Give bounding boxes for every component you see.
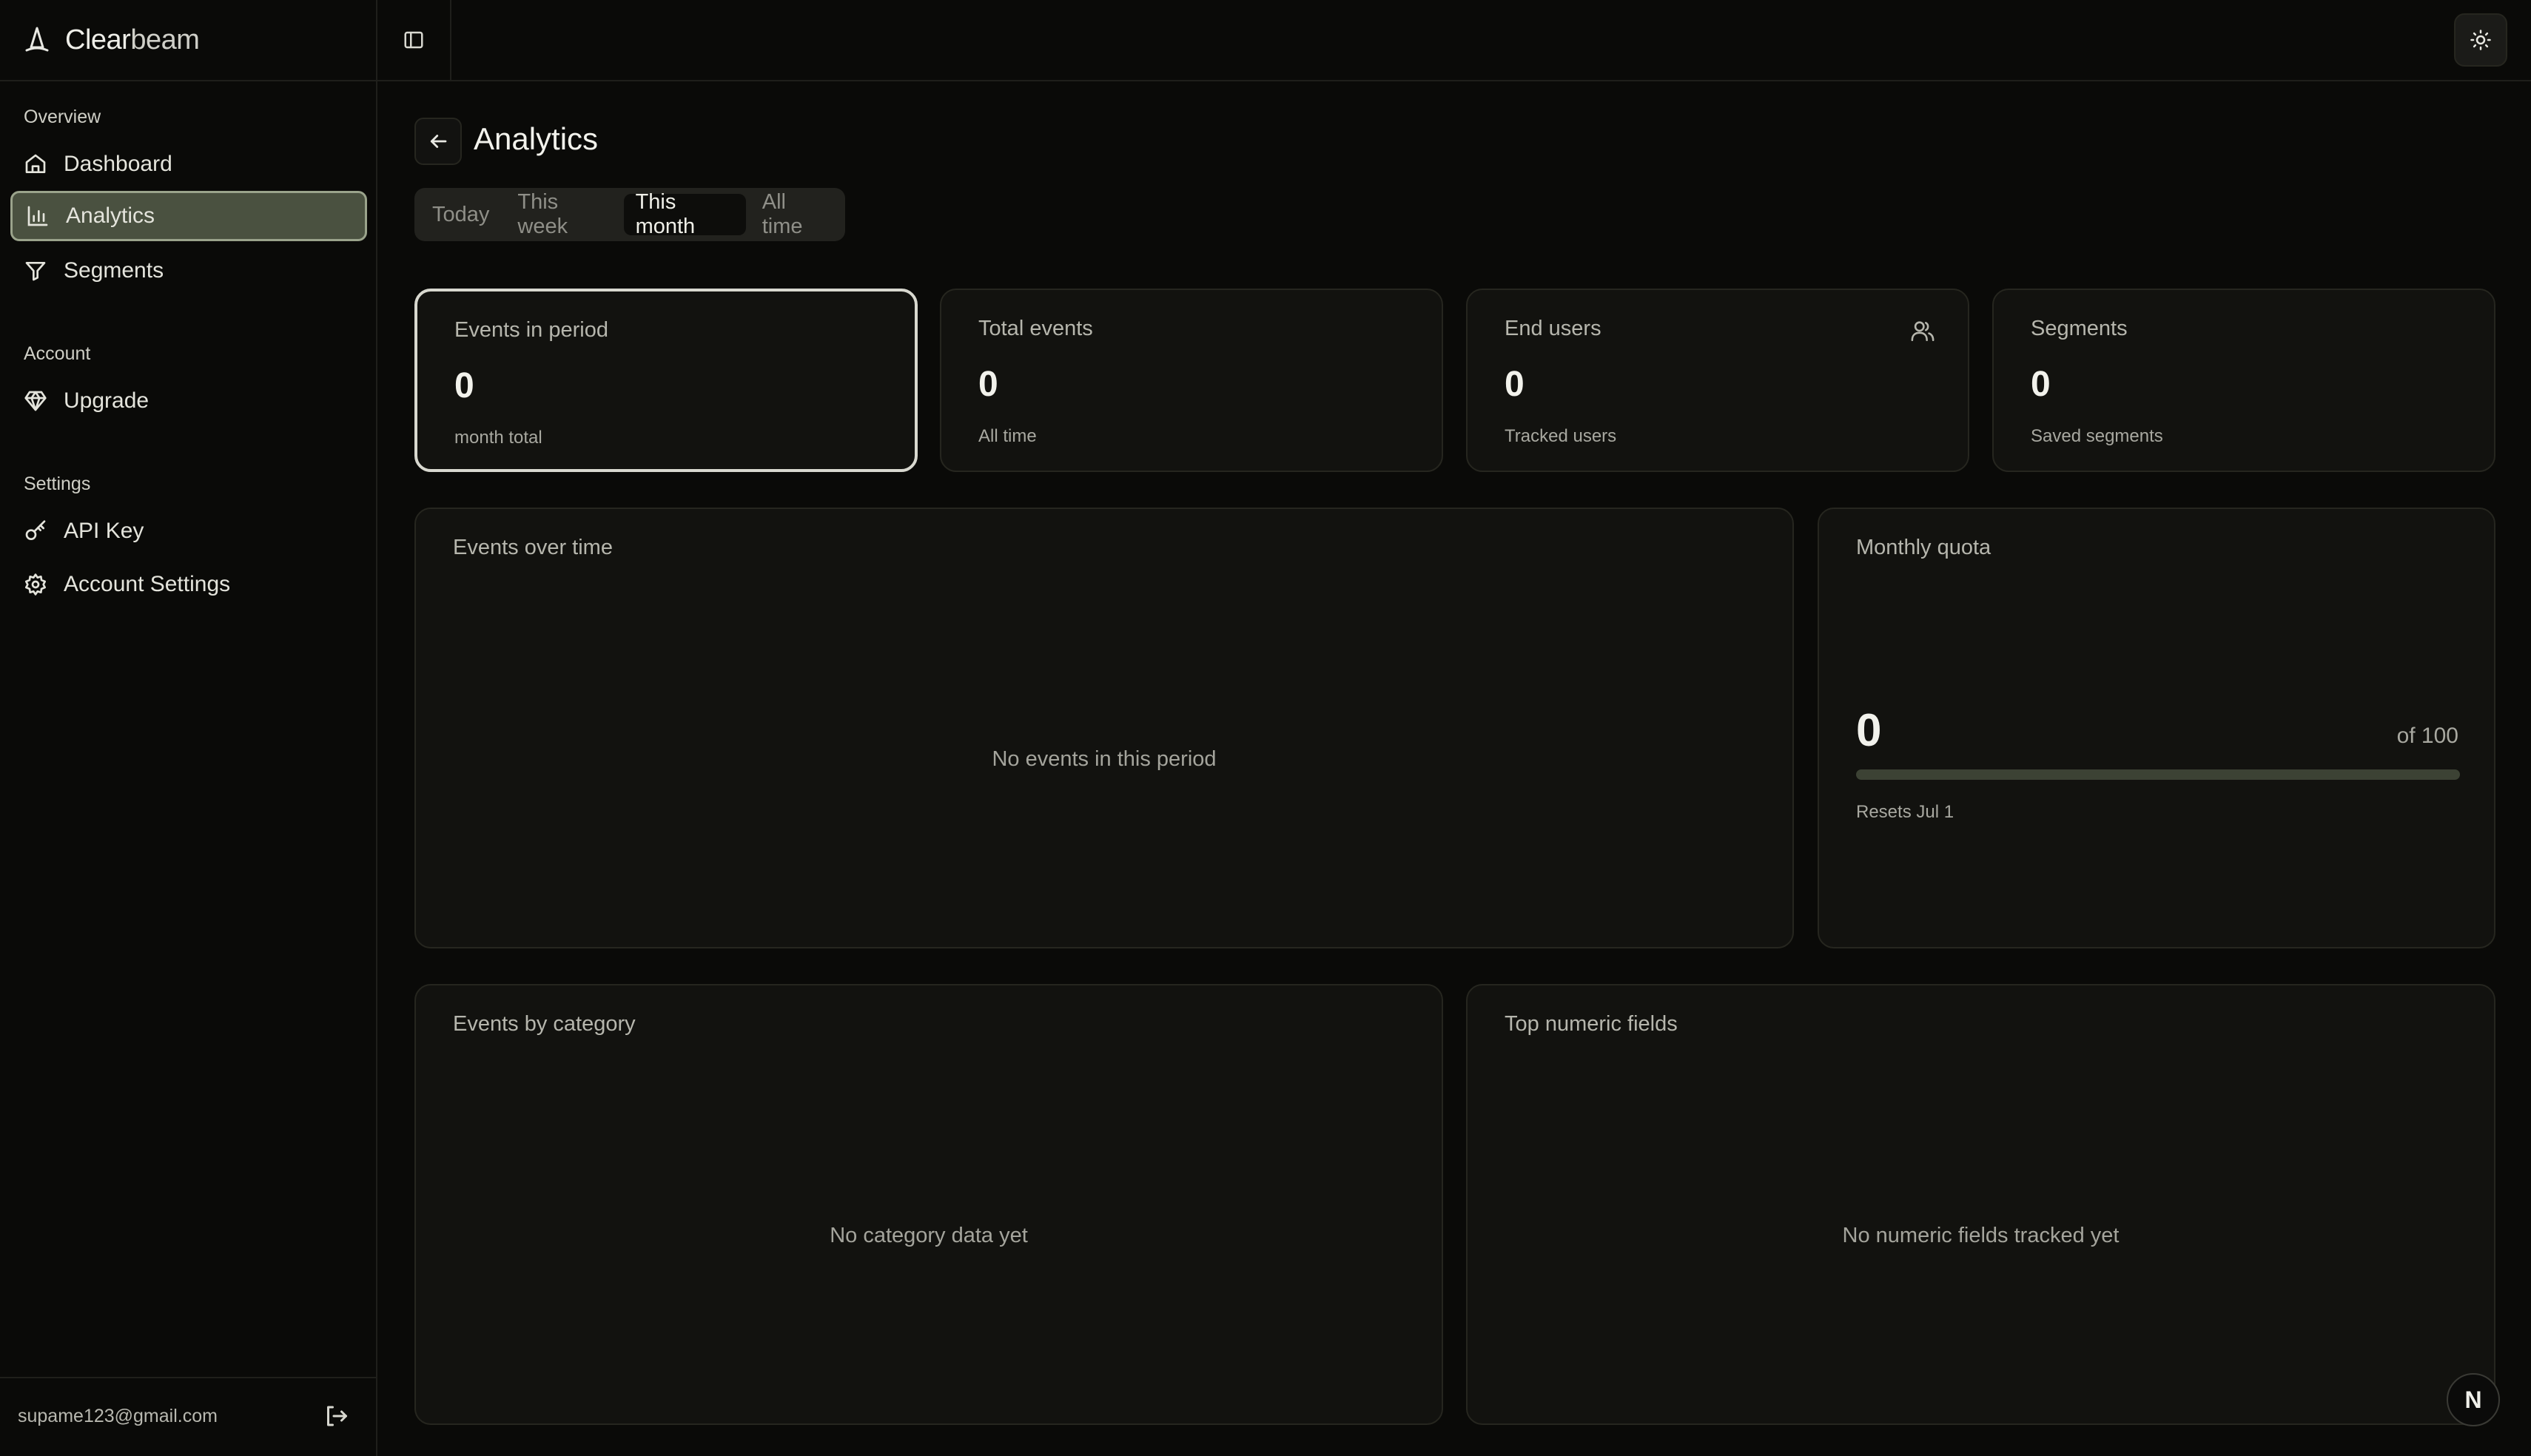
tab-this-month[interactable]: This month xyxy=(623,190,746,238)
stat-value: 0 xyxy=(978,365,998,404)
stat-value: 0 xyxy=(1505,365,1525,404)
quota-value: 0 xyxy=(1856,705,1882,756)
app-name: Clearbeam xyxy=(65,24,200,55)
period-tabs: Today This week This month All time xyxy=(414,188,845,241)
top-numeric-fields-panel: Top numeric fields No numeric fields tra… xyxy=(1466,984,2495,1425)
home-icon xyxy=(25,154,46,173)
key-icon xyxy=(25,520,46,540)
sidebar-item-analytics[interactable]: Analytics xyxy=(10,191,367,241)
dev-tools-badge[interactable]: N xyxy=(2447,1373,2500,1426)
events-by-category-panel: Events by category No category data yet xyxy=(414,984,1443,1425)
tab-this-week[interactable]: This week xyxy=(505,190,619,238)
tab-all-time[interactable]: All time xyxy=(750,190,839,238)
monthly-quota-panel: Monthly quota 0 of 100 Resets Jul 1 xyxy=(1818,508,2495,948)
events-over-time-panel: Events over time No events in this perio… xyxy=(414,508,1794,948)
quota-limit: of 100 xyxy=(2396,724,2458,748)
logo-icon xyxy=(25,27,49,52)
gem-icon xyxy=(24,391,47,411)
sidebar-item-label: Analytics xyxy=(66,203,155,228)
stat-card-events-in-period[interactable]: Events in period 0 month total xyxy=(414,289,918,472)
bar-chart-icon xyxy=(27,206,48,226)
section-label-account: Account xyxy=(24,343,91,364)
section-label-overview: Overview xyxy=(24,107,101,127)
panel-title: Events by category xyxy=(453,1012,636,1036)
section-label-settings: Settings xyxy=(24,473,91,494)
empty-state-message: No numeric fields tracked yet xyxy=(1842,1224,2120,1247)
brand-logo[interactable]: Clearbeam xyxy=(22,18,200,62)
sun-icon xyxy=(2470,30,2491,50)
sidebar-item-label: API Key xyxy=(64,519,144,543)
quota-progress-bar xyxy=(1856,769,2460,780)
filter-icon xyxy=(25,262,46,281)
stat-title: Segments xyxy=(2031,317,2128,340)
sidebar-item-label: Dashboard xyxy=(64,152,172,176)
logout-icon[interactable] xyxy=(323,1403,349,1429)
sidebar-item-api-key[interactable]: API Key xyxy=(10,506,367,556)
sidebar-item-label: Account Settings xyxy=(64,572,231,596)
gear-icon xyxy=(25,573,46,596)
theme-toggle-button[interactable] xyxy=(2454,13,2507,67)
sidebar: Clearbeam Overview Dashboard Analytics S… xyxy=(0,0,377,1456)
sidebar-item-dashboard[interactable]: Dashboard xyxy=(10,139,367,189)
stat-value: 0 xyxy=(2031,365,2051,404)
empty-state-message: No category data yet xyxy=(830,1224,1028,1247)
stat-subtitle: month total xyxy=(454,428,542,448)
tab-today[interactable]: Today xyxy=(420,194,501,235)
stat-title: End users xyxy=(1505,317,1601,340)
stat-card-segments[interactable]: Segments 0 Saved segments xyxy=(1992,289,2495,472)
quota-reset-date: Resets Jul 1 xyxy=(1856,802,1954,822)
back-button[interactable] xyxy=(414,118,462,165)
panel-title: Top numeric fields xyxy=(1505,1012,1678,1036)
toggle-sidebar-button[interactable] xyxy=(377,0,451,80)
sidebar-item-segments[interactable]: Segments xyxy=(10,246,367,296)
users-icon xyxy=(1911,321,1935,342)
stat-subtitle: All time xyxy=(978,426,1037,446)
stat-subtitle: Tracked users xyxy=(1505,426,1617,446)
sidebar-item-label: Upgrade xyxy=(64,388,149,413)
stat-title: Events in period xyxy=(454,318,608,342)
empty-state-message: No events in this period xyxy=(992,747,1217,771)
sidebar-item-label: Segments xyxy=(64,258,164,283)
panel-title: Events over time xyxy=(453,536,613,559)
arrow-left-icon xyxy=(430,135,447,148)
page-title: Analytics xyxy=(474,121,599,156)
stat-subtitle: Saved segments xyxy=(2031,426,2163,446)
panel-title: Monthly quota xyxy=(1856,536,1991,559)
stat-card-end-users[interactable]: End users 0 Tracked users xyxy=(1466,289,1969,472)
sidebar-panel-icon xyxy=(404,31,423,49)
sidebar-item-upgrade[interactable]: Upgrade xyxy=(10,376,367,426)
stat-value: 0 xyxy=(454,366,474,405)
stat-title: Total events xyxy=(978,317,1093,340)
user-email: supame123@gmail.com xyxy=(18,1406,218,1426)
sidebar-item-account-settings[interactable]: Account Settings xyxy=(10,559,367,610)
stat-card-total-events[interactable]: Total events 0 All time xyxy=(940,289,1443,472)
